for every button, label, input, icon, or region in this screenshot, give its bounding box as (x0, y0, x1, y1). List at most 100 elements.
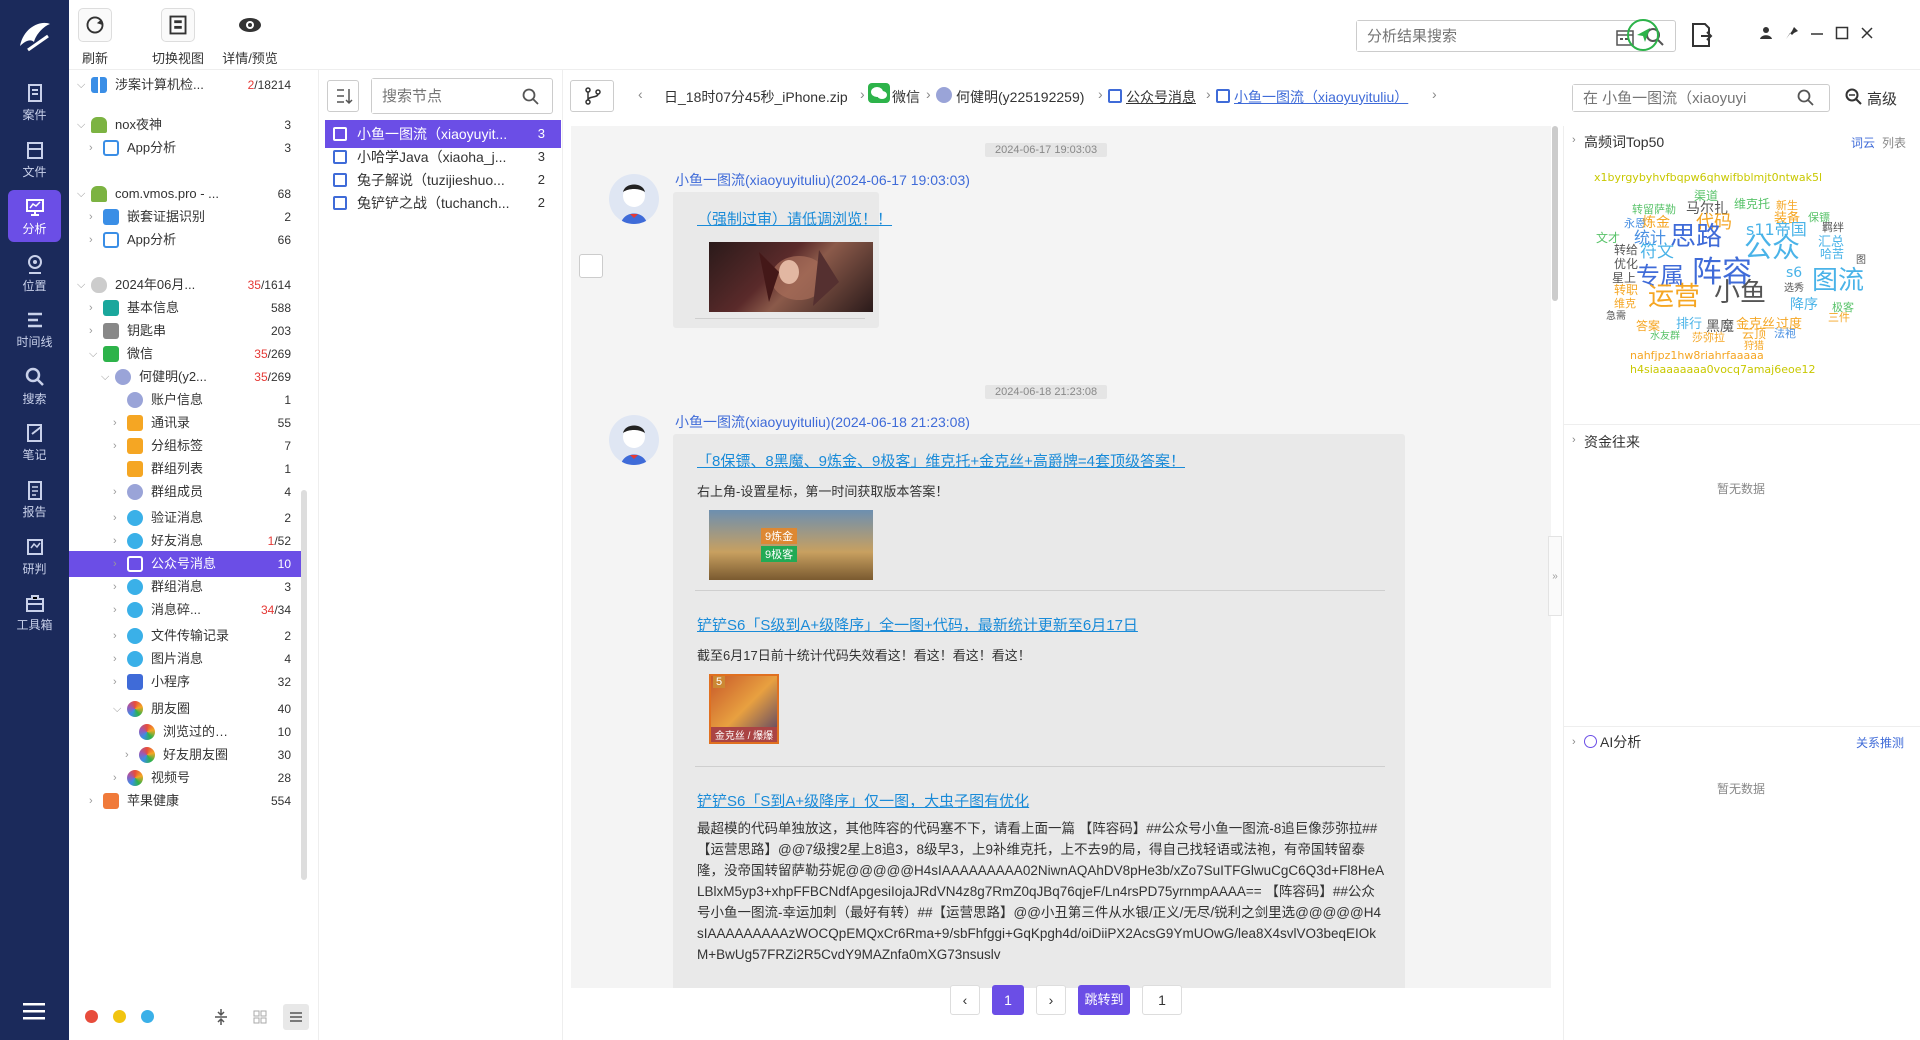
tree-item[interactable]: › 群组成员 4 (69, 479, 301, 505)
crumb-wechat[interactable]: 微信 (892, 87, 920, 107)
wordcloud-word[interactable]: x1byrgybyhvfbqpw6qhwifbblmjt0ntwak5l (1594, 172, 1822, 183)
switch-view-button[interactable]: 切换视图 (143, 8, 213, 67)
sender-name[interactable]: 小鱼一图流(xiaoyuyituliu)(2024-06-18 21:23:08… (675, 412, 970, 432)
wordcloud-word[interactable]: 符文 (1640, 244, 1674, 261)
nav-item-timeline[interactable]: 时间线 (8, 303, 61, 355)
wordcloud-word[interactable]: 新生 (1776, 200, 1798, 211)
tree-item[interactable]: › 消息碎... 34/34 (69, 597, 301, 623)
collapse-all-icon[interactable] (213, 1008, 229, 1026)
article-card[interactable]: （强制过审）请低调浏览！！ (673, 192, 892, 328)
nav-item-report[interactable]: 报告 (8, 473, 61, 525)
node-search-input[interactable] (372, 79, 512, 113)
grid-view-icon[interactable] (253, 1010, 267, 1024)
nav-item-toolbox[interactable]: 工具箱 (8, 586, 61, 638)
wordcloud-word[interactable]: h4siaaaaaaaa0vocq7amaj6eoe12 (1630, 364, 1815, 375)
sender-name[interactable]: 小鱼一图流(xiaoyuyituliu)(2024-06-17 19:03:03… (675, 170, 970, 190)
export-icon[interactable] (1689, 22, 1713, 48)
collapse-right-panel-button[interactable]: » (1548, 536, 1562, 616)
content-search-input[interactable] (1573, 85, 1773, 111)
detail-preview-button[interactable]: 详情/预览 (205, 8, 295, 67)
back-icon[interactable]: ‹ (638, 86, 643, 102)
branch-button[interactable] (570, 80, 614, 112)
node-search[interactable] (371, 78, 553, 114)
wordcloud-word[interactable]: 转职 (1614, 284, 1638, 296)
wordcloud-word[interactable]: 图流 (1812, 268, 1864, 294)
wordcloud-word[interactable]: 运营 (1648, 284, 1700, 310)
wordcloud-word[interactable]: 小鱼 (1714, 280, 1766, 306)
message-checkbox[interactable] (579, 254, 603, 278)
chevron-icon[interactable]: › (113, 479, 123, 505)
tree-item[interactable]: › 小程序 32 (69, 669, 301, 695)
wordcloud-word[interactable]: 维克托 (1734, 198, 1770, 210)
forward-icon[interactable]: › (1432, 86, 1437, 102)
pin-icon[interactable] (1785, 26, 1799, 40)
user-icon[interactable] (1759, 26, 1773, 40)
nav-item-case[interactable]: 案件 (8, 76, 61, 128)
wordcloud-word[interactable]: 思路 (1670, 224, 1722, 250)
node-item[interactable]: 兔铲铲之战（tuchanch... 2 (325, 189, 561, 217)
red-dot[interactable] (85, 1010, 98, 1023)
next-page-button[interactable]: › (1036, 985, 1066, 1015)
crumb-file[interactable]: 日_18时07分45秒_iPhone.zip (664, 87, 848, 107)
article-title[interactable]: 「8保镖、8黑魔、9炼金、9极客」维克托+金克丝+高爵牌=4套顶级答案！ (697, 450, 1185, 471)
sort-button[interactable] (327, 80, 359, 112)
wordcloud-word[interactable]: 三件 (1828, 312, 1850, 323)
prev-page-button[interactable]: ‹ (950, 985, 980, 1015)
tree-item[interactable]: › App分析 3 (69, 135, 301, 161)
crumb-contact[interactable]: 何健明(y225192259) (956, 87, 1084, 107)
wordcloud-word[interactable]: 水友群 (1650, 332, 1680, 342)
blue-dot[interactable] (141, 1010, 154, 1023)
wordcloud-word[interactable]: s6 (1786, 266, 1802, 280)
menu-icon[interactable] (20, 1000, 48, 1022)
search-icon[interactable] (1797, 89, 1815, 107)
wordcloud-word[interactable]: 哈苦 (1820, 248, 1844, 260)
nav-item-analysis[interactable]: 分析 (8, 190, 61, 242)
expand-chevron-icon[interactable]: › (1572, 434, 1576, 446)
nav-item-note[interactable]: 笔记 (8, 416, 61, 468)
list-tab[interactable]: 列表 (1882, 134, 1906, 151)
nav-item-folder[interactable]: 文件 (8, 133, 61, 185)
jump-page-input[interactable]: 1 (1142, 985, 1182, 1015)
crumb-official-msgs[interactable]: 公众号消息 (1126, 87, 1196, 107)
search-icon[interactable] (522, 88, 540, 106)
chevron-icon[interactable]: › (89, 788, 99, 814)
wordcloud-word[interactable]: 羁绊 (1822, 222, 1844, 233)
wordcloud-word[interactable]: 法袍 (1774, 328, 1796, 339)
send-icon[interactable] (1626, 18, 1660, 52)
minimize-icon[interactable] (1810, 28, 1824, 40)
wordcloud-word[interactable]: 降序 (1790, 298, 1818, 312)
wordcloud-word[interactable]: 莎弥拉 (1692, 332, 1725, 343)
article-thumbnail[interactable]: 9炼金 9极客 (709, 510, 873, 580)
jump-button[interactable]: 跳转到 (1078, 985, 1130, 1015)
content-search[interactable] (1572, 84, 1830, 112)
yellow-dot[interactable] (113, 1010, 126, 1023)
crumb-current[interactable]: 小鱼一图流（xiaoyuyituliu） (1234, 87, 1408, 107)
article-thumbnail[interactable]: 5 金克丝 / 爆爆 (709, 674, 779, 744)
wordcloud-word[interactable]: 选秀 (1784, 284, 1804, 294)
chevron-icon[interactable]: › (89, 135, 99, 161)
analysis-search-input[interactable] (1357, 21, 1597, 51)
wordcloud-word[interactable]: 图 (1856, 256, 1866, 266)
chevron-icon[interactable]: › (89, 227, 99, 253)
refresh-button[interactable]: 刷新 (75, 8, 115, 67)
article-thumbnail[interactable] (709, 242, 873, 312)
tree-item[interactable]: › App分析 66 (69, 227, 301, 253)
wordcloud-word[interactable]: 转留萨勒 (1632, 204, 1676, 215)
expand-chevron-icon[interactable]: › (1572, 134, 1576, 146)
page-number[interactable]: 1 (992, 985, 1024, 1015)
article-title[interactable]: （强制过审）请低调浏览！！ (697, 208, 892, 229)
relation-guess-link[interactable]: 关系推测 (1856, 734, 1904, 751)
expand-chevron-icon[interactable]: › (1572, 736, 1576, 748)
close-icon[interactable] (1860, 26, 1874, 40)
chevron-icon[interactable]: › (113, 597, 123, 623)
wordcloud-word[interactable]: 急需 (1606, 312, 1626, 322)
tree-item[interactable]: ⌵ 涉案计算机检... 2/18214 (69, 72, 301, 98)
wordcloud-word[interactable]: 云顶 (1742, 328, 1766, 340)
article-title[interactable]: 铲铲S6「S到A+级降序」仅一图，大虫子图有优化 (697, 790, 1029, 811)
wordcloud-word[interactable]: 优化 (1614, 258, 1638, 270)
wordcloud-word[interactable]: 排行 (1676, 318, 1702, 331)
wordcloud-word[interactable]: nahfjpz1hw8riahrfaaaaa (1630, 350, 1764, 361)
content-scrollbar[interactable] (1552, 126, 1558, 301)
article-title[interactable]: 铲铲S6「S级到A+级降序」全一图+代码，最新统计更新至6月17日 (697, 614, 1138, 635)
chevron-icon[interactable]: › (113, 669, 123, 695)
